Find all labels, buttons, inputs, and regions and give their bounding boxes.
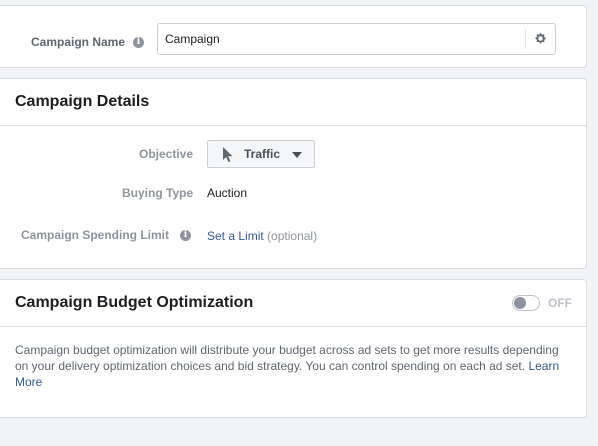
gear-icon[interactable] [534, 32, 547, 45]
campaign-details-card: Campaign Details Objective Traffic Buyin… [0, 78, 587, 269]
campaign-details-header: Campaign Details [0, 79, 586, 126]
input-divider [525, 29, 526, 49]
description-text: Campaign budget optimization will distri… [15, 343, 559, 373]
buying-type-label: Buying Type [122, 186, 194, 200]
budget-optimization-toggle[interactable] [512, 295, 540, 311]
set-limit-link[interactable]: Set a Limit [207, 229, 264, 243]
campaign-name-value: Campaign [165, 32, 220, 46]
campaign-name-label: Campaign Name [31, 35, 126, 49]
spending-limit-value: Set a Limit (optional) [207, 229, 317, 243]
budget-optimization-description: Campaign budget optimization will distri… [15, 342, 567, 390]
spending-limit-label: Campaign Spending Limit [21, 228, 170, 242]
campaign-name-card: Campaign Name i Campaign [0, 5, 587, 68]
info-icon[interactable]: i [133, 37, 144, 48]
buying-type-value: Auction [207, 186, 248, 200]
objective-label: Objective [139, 147, 194, 161]
cursor-icon [223, 147, 233, 162]
budget-optimization-card: Campaign Budget Optimization OFF Campaig… [0, 279, 587, 418]
info-icon[interactable]: i [180, 230, 191, 241]
budget-optimization-header: Campaign Budget Optimization OFF [0, 280, 586, 327]
budget-optimization-title: Campaign Budget Optimization [15, 294, 254, 311]
optional-note: (optional) [267, 229, 318, 243]
chevron-down-icon [292, 152, 302, 158]
objective-dropdown[interactable]: Traffic [207, 140, 315, 168]
objective-value: Traffic [244, 147, 281, 161]
campaign-name-input[interactable]: Campaign [157, 23, 556, 55]
toggle-state-label: OFF [548, 296, 572, 310]
campaign-details-title: Campaign Details [15, 93, 150, 110]
toggle-knob [514, 297, 526, 309]
